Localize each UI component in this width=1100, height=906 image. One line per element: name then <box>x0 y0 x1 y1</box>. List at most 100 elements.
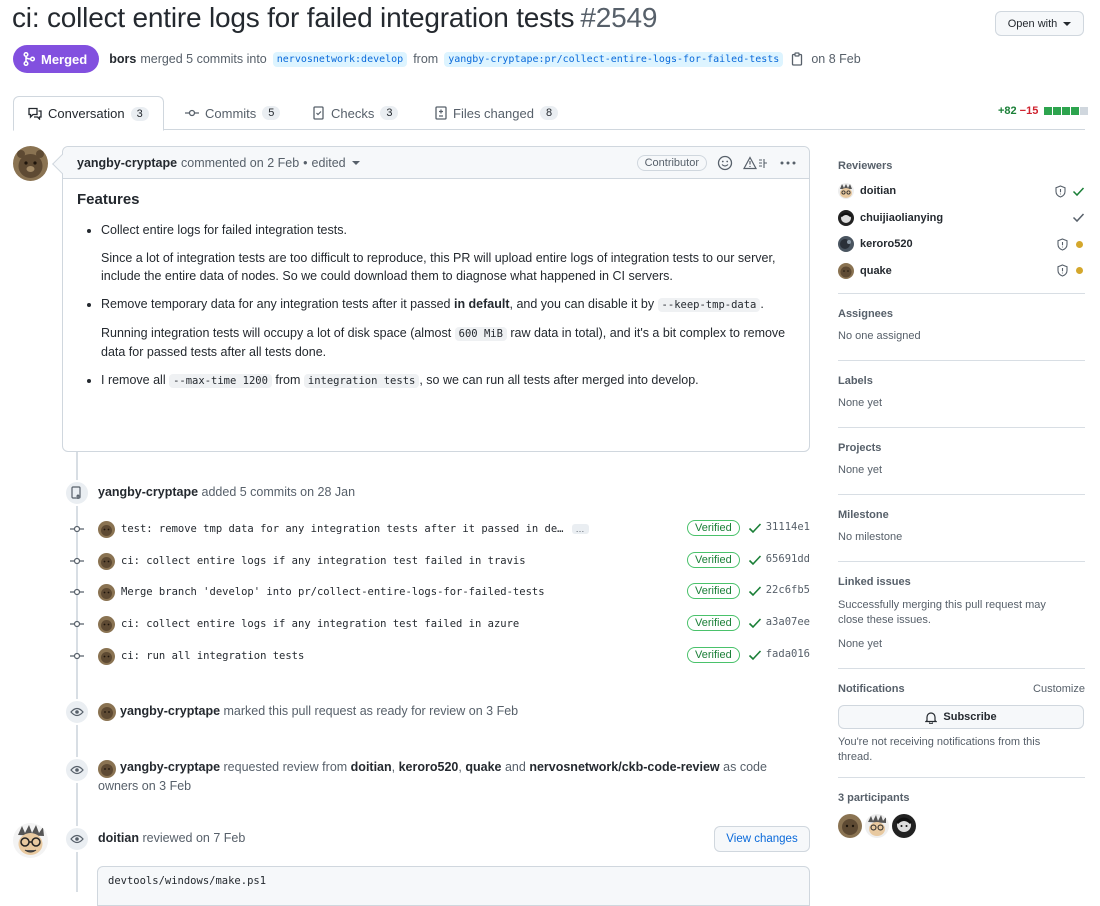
reviewer-name[interactable]: doitian <box>860 185 896 197</box>
view-changes-button[interactable]: View changes <box>714 826 810 852</box>
check-icon[interactable] <box>748 554 762 566</box>
open-with-button[interactable]: Open with <box>995 11 1084 36</box>
commit-row: ci: collect entire logs if any integrati… <box>68 550 810 572</box>
copy-icon[interactable] <box>791 52 803 66</box>
review-file-path[interactable]: devtools/windows/make.ps1 <box>108 875 266 887</box>
reviewers-title[interactable]: Reviewers <box>838 160 1085 172</box>
participant-avatar[interactable] <box>865 814 889 838</box>
reviewer-avatar[interactable] <box>838 236 854 253</box>
commit-message[interactable]: ci: collect entire logs if any integrati… <box>121 555 526 567</box>
commit-sha[interactable]: 22c6fb5 <box>766 584 810 596</box>
check-icon[interactable] <box>748 617 762 629</box>
check-icon <box>1072 213 1085 223</box>
event-author[interactable]: yangby-cryptape <box>120 704 220 718</box>
reviewer-name[interactable]: quake <box>860 265 892 277</box>
labels-title[interactable]: Labels <box>838 375 1085 387</box>
verified-badge[interactable]: Verified <box>687 583 740 599</box>
requested-reviewer[interactable]: quake <box>465 760 501 774</box>
tab-conversation[interactable]: Conversation 3 <box>13 96 164 131</box>
reviewer-avatar[interactable] <box>838 262 854 279</box>
check-icon[interactable] <box>748 585 762 597</box>
and-text: and <box>504 760 526 774</box>
tab-files-changed[interactable]: Files changed 8 <box>435 96 559 130</box>
reviewer-name[interactable]: chuijiaolianying <box>860 212 943 224</box>
commit-message[interactable]: ci: run all integration tests <box>121 650 304 662</box>
milestone-title[interactable]: Milestone <box>838 509 1085 521</box>
list-item-lead: Remove temporary data for any integratio… <box>101 295 795 314</box>
labels-value: None yet <box>838 397 883 409</box>
review-file-header: devtools/windows/make.ps1 <box>97 866 810 906</box>
merged-status-badge: Merged <box>13 45 100 73</box>
commit-row: ci: collect entire logs if any integrati… <box>68 613 810 635</box>
commit-message[interactable]: ci: collect entire logs if any integrati… <box>121 618 519 630</box>
event-author[interactable]: yangby-cryptape <box>120 760 220 774</box>
commit-author-avatar[interactable] <box>98 647 115 665</box>
notifications-section: Notifications Customize Subscribe You're… <box>838 669 1085 778</box>
commit-node-icon <box>68 524 85 534</box>
reviewer-name[interactable]: keroro520 <box>860 238 913 250</box>
requested-reviewer[interactable]: doitian <box>351 760 392 774</box>
list-item: Collect entire logs for failed integrati… <box>101 221 795 285</box>
reviewer-avatar[interactable] <box>838 183 854 200</box>
commit-message[interactable]: Merge branch 'develop' into pr/collect-e… <box>121 586 545 598</box>
verified-badge[interactable]: Verified <box>687 615 740 631</box>
linked-issues-title[interactable]: Linked issues <box>838 576 1085 588</box>
author-avatar[interactable] <box>13 146 48 181</box>
smiley-icon[interactable] <box>717 155 733 171</box>
verified-badge[interactable]: Verified <box>687 647 740 663</box>
customize-link[interactable]: Customize <box>1033 683 1085 695</box>
edited-menu[interactable]: edited <box>312 156 346 170</box>
check-icon[interactable] <box>748 522 762 534</box>
verified-badge[interactable]: Verified <box>687 520 740 536</box>
requested-team[interactable]: nervosnetwork/ckb-code-review <box>529 760 719 774</box>
reviewer-row[interactable]: quake <box>838 258 1085 285</box>
kebab-horizontal-icon[interactable] <box>779 160 797 166</box>
from-text: from <box>413 52 439 66</box>
expand-commit-button[interactable]: … <box>571 524 589 534</box>
participant-avatar[interactable] <box>838 814 862 838</box>
merger-name[interactable]: bors <box>109 52 136 66</box>
commit-sha[interactable]: fada016 <box>766 648 810 660</box>
inline-code: 600 MiB <box>454 327 507 341</box>
commit-sha[interactable]: 31114e1 <box>766 521 810 533</box>
commits-added-event: yangby-cryptape added 5 commits on 28 Ja… <box>98 483 355 502</box>
reviewer-row[interactable]: doitian <box>838 178 1085 205</box>
author-avatar[interactable] <box>98 703 116 721</box>
event-author[interactable]: doitian <box>98 831 139 845</box>
author-avatar[interactable] <box>98 760 116 778</box>
reviewer-row[interactable]: chuijiaolianying <box>838 205 1085 232</box>
reviewer-avatar[interactable] <box>13 823 48 858</box>
report-icon[interactable] <box>743 155 769 170</box>
event-author[interactable]: yangby-cryptape <box>98 485 198 499</box>
list-item: Remove temporary data for any integratio… <box>101 295 795 361</box>
head-branch[interactable]: yangby-cryptape:pr/collect-entire-logs-f… <box>444 51 784 67</box>
projects-title[interactable]: Projects <box>838 442 1085 454</box>
event-text: marked this pull request as ready for re… <box>223 704 519 718</box>
commit-author-avatar[interactable] <box>98 583 115 601</box>
list-item-lead: Collect entire logs for failed integrati… <box>101 223 347 237</box>
participant-avatar[interactable] <box>892 814 916 838</box>
tab-commits[interactable]: Commits 5 <box>185 96 281 130</box>
reviewer-avatar[interactable] <box>838 209 854 226</box>
commit-sha[interactable]: 65691dd <box>766 553 810 565</box>
reviewer-row[interactable]: keroro520 <box>838 231 1085 258</box>
assignees-title[interactable]: Assignees <box>838 308 1085 320</box>
commit-author-avatar[interactable] <box>98 520 115 538</box>
comment-action[interactable]: commented on 2 Feb <box>181 156 299 170</box>
tab-checks[interactable]: Checks 3 <box>313 96 399 130</box>
commit-author-avatar[interactable] <box>98 552 115 570</box>
commit-row: Merge branch 'develop' into pr/collect-e… <box>68 581 810 603</box>
commit-sha[interactable]: a3a07ee <box>766 616 810 628</box>
comment-author[interactable]: yangby-cryptape <box>77 156 177 170</box>
requested-reviewer[interactable]: keroro520 <box>399 760 459 774</box>
caret-down-icon[interactable] <box>351 160 360 165</box>
verified-badge[interactable]: Verified <box>687 552 740 568</box>
commit-message[interactable]: test: remove tmp data for any integratio… <box>121 523 564 535</box>
commit-author-avatar[interactable] <box>98 615 115 633</box>
pr-meta: Merged bors merged 5 commits into nervos… <box>13 45 861 73</box>
base-branch[interactable]: nervosnetwork:develop <box>272 51 408 67</box>
repo-push-icon <box>64 480 90 506</box>
comment-heading: Features <box>77 191 140 208</box>
check-icon[interactable] <box>748 649 762 661</box>
subscribe-button[interactable]: Subscribe <box>838 705 1084 729</box>
